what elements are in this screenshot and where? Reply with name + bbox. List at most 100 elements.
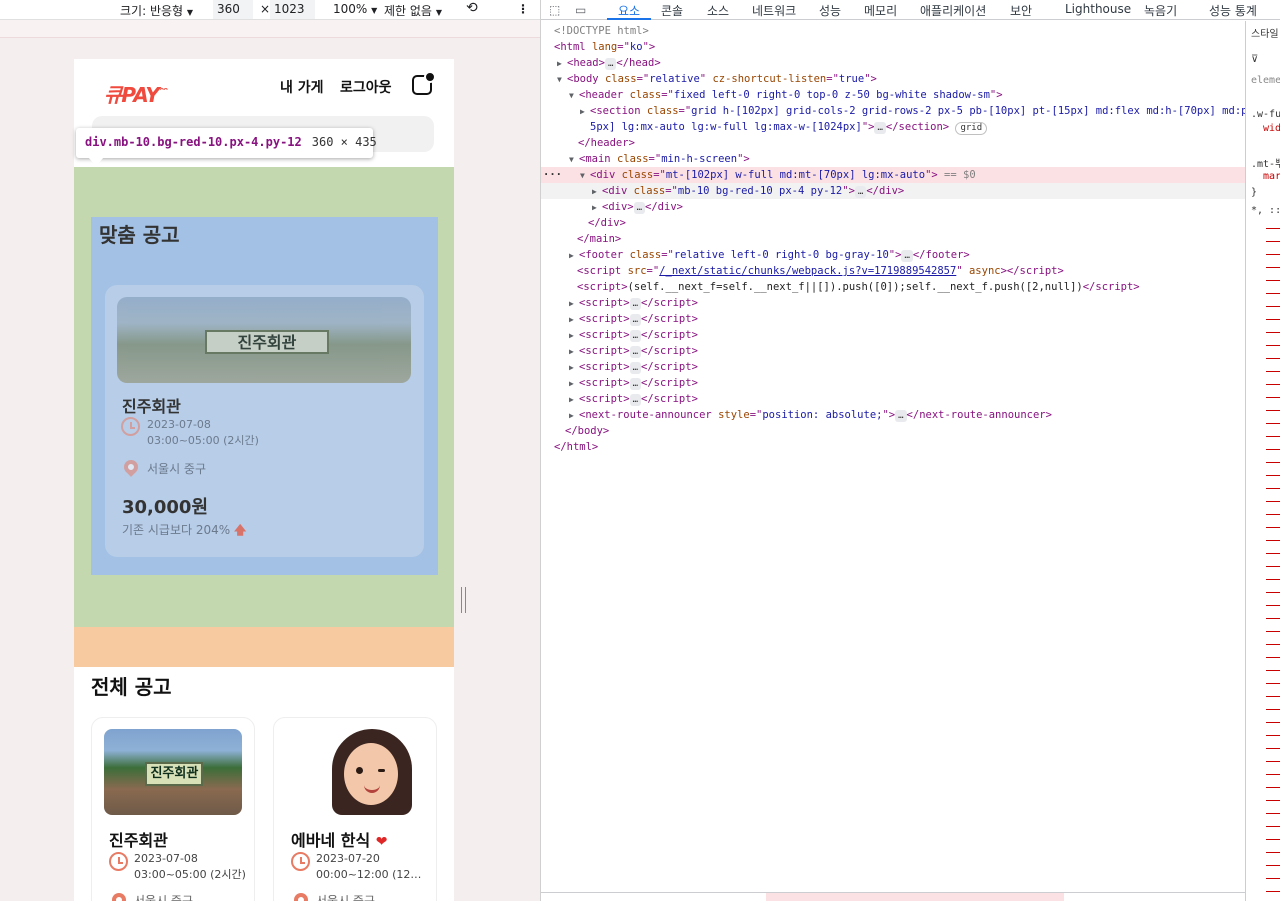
featured-name: 진주회관 <box>122 397 181 416</box>
all-section-title: 전체 공고 <box>91 675 172 699</box>
app-header: 큐PAYᵔᵔ 내 가게 로그아웃 <box>74 59 454 117</box>
dom-node[interactable]: ▶ <script>… </script> <box>541 343 1245 359</box>
clock-icon <box>291 852 310 871</box>
tab-performance-insights[interactable]: 성능 통계 <box>1209 2 1257 19</box>
inspect-element-icon[interactable]: ⬚ <box>549 3 563 17</box>
devtools-panel: ⬚ ▭ 요소 콘솔 소스 네트워크 성능 메모리 애플리케이션 보안 Light… <box>540 0 1280 901</box>
rotate-icon[interactable]: ⟲ <box>466 0 478 16</box>
list-item-image <box>286 729 424 815</box>
height-input[interactable]: 1023 <box>270 0 315 19</box>
dom-node[interactable]: <html lang="ko"> <box>541 39 1245 55</box>
featured-datetime: 2023-07-08 03:00~05:00 (2시간) <box>147 418 259 447</box>
featured-price: 30,000원 <box>122 497 209 518</box>
tab-lighthouse[interactable]: Lighthouse <box>1065 2 1131 16</box>
dom-node[interactable]: </body> <box>541 423 1245 439</box>
featured-image-sign: 진주회관 <box>205 329 329 354</box>
styles-pane: 스타일 ⊽ elemen .w-ful wid .mt-뿌 mar } *, :… <box>1245 21 1280 901</box>
dom-node[interactable]: </div> <box>541 215 1245 231</box>
width-input[interactable]: 360 <box>213 0 253 19</box>
device-toggle-icon[interactable]: ▭ <box>575 3 589 17</box>
featured-location: 서울시 중구 <box>147 462 207 476</box>
heart-icon: ❤ <box>375 834 388 850</box>
dom-node[interactable]: </html> <box>541 439 1245 455</box>
list-item-name: 진주회관 <box>109 831 168 850</box>
tab-memory[interactable]: 메모리 <box>864 2 897 19</box>
featured-section-title: 맞춤 공고 <box>99 223 180 247</box>
dom-node[interactable]: <script src="/_next/static/chunks/webpac… <box>541 263 1245 279</box>
styles-tab[interactable]: 스타일 <box>1251 25 1279 40</box>
list-item-name: 에바네 한식 ❤ <box>291 831 388 850</box>
tab-sources[interactable]: 소스 <box>707 2 729 19</box>
dom-node[interactable]: ▶ <script>… </script> <box>541 375 1245 391</box>
zoom-select[interactable]: 100% ▼ <box>333 2 377 16</box>
tab-console[interactable]: 콘솔 <box>661 2 683 19</box>
mobile-viewport: 큐PAYᵔᵔ 내 가게 로그아웃 맞춤 공고 진주회관 진주회관 2023-07… <box>74 59 454 901</box>
dom-node[interactable]: ▶ <next-route-announcer style="position: … <box>541 407 1245 423</box>
style-rule-end: } <box>1251 187 1258 198</box>
dom-node[interactable]: ▼ <header class="fixed left-0 right-0 top… <box>541 87 1245 103</box>
times-sign: × <box>260 2 271 16</box>
dom-node[interactable]: ▶ <script>… </script> <box>541 295 1245 311</box>
dom-node-hovered[interactable]: ▶ <div class="mb-10 bg-red-10 px-4 py-12"… <box>541 183 1245 199</box>
dom-node[interactable]: ▶ <script>… </script> <box>541 391 1245 407</box>
list-item-datetime: 2023-07-08 03:00~05:00 (2시간) <box>134 852 246 881</box>
list-item-location: 서울시 중구 <box>316 894 376 901</box>
style-prop[interactable]: wid <box>1263 123 1280 134</box>
list-item-location: 서울시 중구 <box>134 894 194 901</box>
style-rule[interactable]: .w-ful <box>1251 109 1280 120</box>
style-prop[interactable]: mar <box>1263 171 1280 182</box>
tab-elements[interactable]: 요소 <box>618 2 640 19</box>
tooltip-tail <box>88 157 104 166</box>
dom-node[interactable]: ▶ <script>… </script> <box>541 327 1245 343</box>
dom-node[interactable]: ▶ <script>… </script> <box>541 359 1245 375</box>
my-store-link[interactable]: 내 가게 <box>280 77 324 97</box>
dom-node[interactable]: ▼ <body class="relative" cz-shortcut-list… <box>541 71 1245 87</box>
list-item-image: 진주회관 <box>104 729 242 815</box>
dom-node[interactable]: ▶ <head>… </head> <box>541 55 1245 71</box>
tooltip-selector: div.mb-10.bg-red-10.px-4.py-12 <box>85 135 302 149</box>
tab-performance[interactable]: 성능 <box>819 2 841 19</box>
dom-node-selected[interactable]: ··· ▼ <div class="mt-[102px] w-full md:mt-… <box>541 167 1245 183</box>
throttle-select[interactable]: 제한 없음 ▼ <box>384 2 442 19</box>
featured-image: 진주회관 <box>117 297 411 383</box>
clock-icon <box>109 852 128 871</box>
inspect-tooltip: div.mb-10.bg-red-10.px-4.py-12 360 × 435 <box>76 128 377 158</box>
dom-node[interactable]: ▶ <div>… </div> <box>541 199 1245 215</box>
css-variables-list <box>1266 221 1280 901</box>
style-rule[interactable]: .mt-뿌 <box>1251 155 1280 170</box>
device-toolbar: 크기: 반응형 ▼ 360 × 1023 100% ▼ 제한 없음 ▼ ⟲ ⋮ <box>0 0 540 20</box>
dom-node[interactable]: ▶ <script>… </script> <box>541 311 1245 327</box>
featured-rate-note: 기존 시급보다 204% 🡅 <box>122 523 247 537</box>
dom-node[interactable]: </main> <box>541 231 1245 247</box>
tooltip-size: 360 × 435 <box>311 135 377 149</box>
dom-node[interactable]: </header> <box>541 135 1245 151</box>
tab-application[interactable]: 애플리케이션 <box>920 2 986 19</box>
logo[interactable]: 큐PAYᵔᵔ <box>104 79 168 108</box>
arrow-up-icon: 🡅 <box>234 523 247 537</box>
dom-node[interactable]: ▶ <section class="grid h-[102px] grid-col… <box>541 103 1245 119</box>
dom-breadcrumb <box>541 892 1245 901</box>
filter-icon[interactable]: ⊽ <box>1251 54 1258 65</box>
style-rule[interactable]: *, ::b <box>1251 205 1280 216</box>
more-options-icon[interactable]: ⋮ <box>517 2 529 16</box>
active-tab-indicator <box>607 18 651 20</box>
clock-icon <box>121 417 140 436</box>
highlight-margin-bottom <box>74 627 454 667</box>
dom-node[interactable]: 5px] lg:mx-auto lg:w-full lg:max-w-[1024… <box>541 119 1245 135</box>
resize-handle[interactable] <box>461 587 466 613</box>
dom-tree: <!DOCTYPE html> <html lang="ko"> ▶ <head>… <box>541 21 1245 891</box>
list-item-image-sign: 진주회관 <box>145 761 204 786</box>
logout-link[interactable]: 로그아웃 <box>340 77 392 97</box>
devtools-tabbar: ⬚ ▭ 요소 콘솔 소스 네트워크 성능 메모리 애플리케이션 보안 Light… <box>541 0 1280 20</box>
dom-node[interactable]: <script>(self.__next_f=self.__next_f||[]… <box>541 279 1245 295</box>
dom-node[interactable]: <!DOCTYPE html> <box>541 23 1245 39</box>
list-item-datetime: 2023-07-20 00:00~12:00 (12… <box>316 852 422 881</box>
element-style-label: elemen <box>1251 75 1280 86</box>
tab-network[interactable]: 네트워크 <box>752 2 796 19</box>
notification-icon[interactable] <box>412 71 436 95</box>
tab-recorder[interactable]: 녹음기 <box>1144 2 1177 19</box>
dom-node[interactable]: ▼ <main class="min-h-screen"> <box>541 151 1245 167</box>
tab-security[interactable]: 보안 <box>1010 2 1032 19</box>
dom-node[interactable]: ▶ <footer class="relative left-0 right-0 … <box>541 247 1245 263</box>
dimensions-select[interactable]: 크기: 반응형 ▼ <box>120 2 193 19</box>
